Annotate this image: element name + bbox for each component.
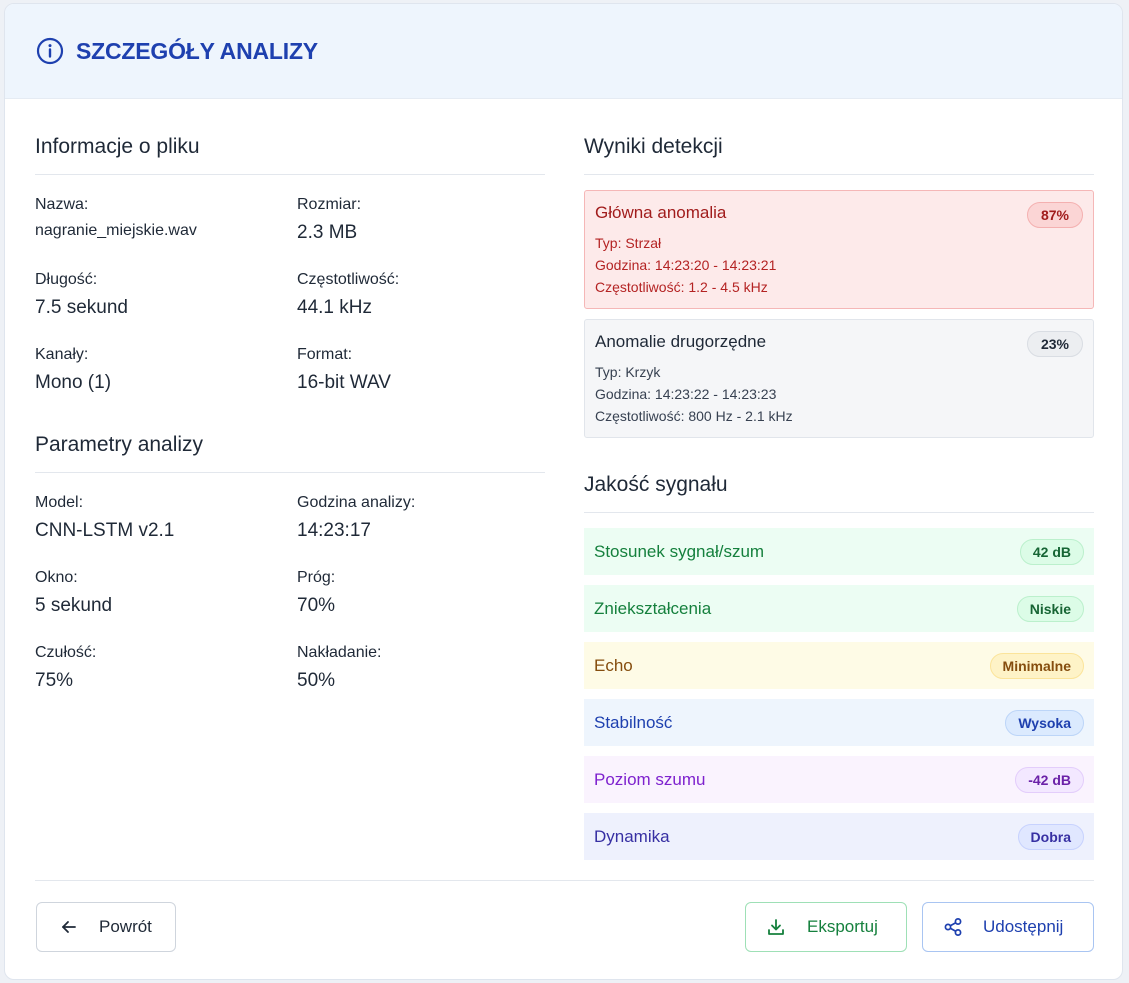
- field-label: Kanały:: [35, 346, 89, 363]
- info-icon: [36, 37, 64, 65]
- field-label: Rozmiar:: [297, 196, 362, 213]
- anomaly-frequency: Częstotliwość: 800 Hz - 2.1 kHz: [595, 408, 793, 424]
- quality-badge: Dobra: [1017, 823, 1084, 850]
- field-label: Długość:: [35, 271, 98, 288]
- format-field: Format: 16-bit WAV: [297, 346, 545, 421]
- window-field: Okno: 5 sekund: [35, 569, 297, 644]
- field-value: 44.1 kHz: [297, 297, 372, 318]
- quality-badge: Niskie: [1016, 595, 1084, 622]
- field-label: Częstotliwość:: [297, 271, 400, 288]
- confidence-badge: 23%: [1026, 331, 1083, 357]
- field-value: 50%: [297, 670, 336, 691]
- detection-title: Wyniki detekcji: [584, 135, 1094, 175]
- download-icon: [766, 917, 786, 937]
- field-label: Nakładanie:: [297, 644, 382, 661]
- quality-badge: Wysoka: [1005, 709, 1084, 736]
- file-name-field: Nazwa: nagranie_miejskie.wav: [35, 196, 297, 271]
- quality-label: Dynamika: [594, 826, 670, 846]
- signal-quality-title: Jakość sygnału: [584, 473, 1094, 513]
- field-value: 75%: [35, 670, 74, 691]
- arrow-left-icon: [59, 917, 79, 937]
- export-label: Eksportuj: [807, 917, 878, 936]
- analysis-time-field: Godzina analizy: 14:23:17: [297, 494, 545, 569]
- field-label: Model:: [35, 494, 84, 511]
- sample-rate-field: Częstotliwość: 44.1 kHz: [297, 271, 545, 346]
- back-button[interactable]: Powrót: [36, 902, 176, 952]
- quality-label: Poziom szumu: [594, 769, 706, 789]
- field-value: 14:23:17: [297, 520, 371, 541]
- overlap-field: Nakładanie: 50%: [297, 644, 545, 719]
- quality-badge: Minimalne: [989, 652, 1084, 679]
- analysis-details-card: SZCZEGÓŁY ANALIZY Informacje o pliku Naz…: [4, 3, 1123, 980]
- share-button[interactable]: Udostępnij: [922, 902, 1094, 952]
- analysis-params-grid: Model: CNN-LSTM v2.1 Godzina analizy: 14…: [35, 494, 545, 719]
- field-value: 16-bit WAV: [297, 372, 391, 393]
- quality-row-stability: Stabilność Wysoka: [584, 699, 1094, 746]
- anomaly-time: Godzina: 14:23:22 - 14:23:23: [595, 386, 777, 402]
- quality-badge: -42 dB: [1015, 766, 1084, 793]
- quality-row-dynamics: Dynamika Dobra: [584, 813, 1094, 860]
- card-header: SZCZEGÓŁY ANALIZY: [5, 4, 1122, 99]
- footer-divider: [35, 880, 1094, 881]
- field-label: Godzina analizy:: [297, 494, 416, 511]
- anomaly-title: Główna anomalia: [595, 203, 727, 222]
- back-label: Powrót: [99, 917, 152, 936]
- quality-label: Echo: [594, 655, 633, 675]
- page-title: SZCZEGÓŁY ANALIZY: [76, 37, 318, 64]
- field-value: Mono (1): [35, 372, 112, 393]
- field-label: Nazwa:: [35, 196, 89, 213]
- field-value: 70%: [297, 595, 336, 616]
- duration-field: Długość: 7.5 sekund: [35, 271, 297, 346]
- channels-field: Kanały: Mono (1): [35, 346, 297, 421]
- field-value: CNN-LSTM v2.1: [35, 520, 175, 541]
- file-size-field: Rozmiar: 2.3 MB: [297, 196, 545, 271]
- anomaly-type: Typ: Strzał: [595, 235, 662, 251]
- confidence-badge: 87%: [1026, 202, 1083, 228]
- quality-row-echo: Echo Minimalne: [584, 642, 1094, 689]
- field-label: Czułość:: [35, 644, 97, 661]
- anomaly-frequency: Częstotliwość: 1.2 - 4.5 kHz: [595, 279, 768, 295]
- quality-label: Zniekształcenia: [594, 598, 712, 618]
- export-button[interactable]: Eksportuj: [745, 902, 907, 952]
- share-icon: [943, 917, 963, 937]
- main-anomaly-card: Główna anomalia 87% Typ: Strzał Godzina:…: [584, 190, 1094, 309]
- quality-row-snr: Stosunek sygnał/szum 42 dB: [584, 528, 1094, 575]
- quality-row-noise-level: Poziom szumu -42 dB: [584, 756, 1094, 803]
- anomaly-time: Godzina: 14:23:20 - 14:23:21: [595, 257, 777, 273]
- field-value: nagranie_miejskie.wav: [35, 222, 197, 239]
- threshold-field: Próg: 70%: [297, 569, 545, 644]
- file-info-title: Informacje o pliku: [35, 135, 545, 175]
- field-label: Format:: [297, 346, 353, 363]
- anomaly-type: Typ: Krzyk: [595, 364, 661, 380]
- field-value: 7.5 sekund: [35, 297, 128, 318]
- quality-badge: 42 dB: [1019, 538, 1084, 565]
- analysis-params-title: Parametry analizy: [35, 433, 545, 473]
- sensitivity-field: Czułość: 75%: [35, 644, 297, 719]
- file-info-grid: Nazwa: nagranie_miejskie.wav Rozmiar: 2.…: [35, 196, 545, 421]
- field-value: 2.3 MB: [297, 222, 358, 243]
- left-column: Informacje o pliku Nazwa: nagranie_miejs…: [35, 99, 545, 719]
- field-value: 5 sekund: [35, 595, 113, 616]
- secondary-anomaly-card: Anomalie drugorzędne 23% Typ: Krzyk Godz…: [584, 319, 1094, 438]
- quality-row-distortion: Zniekształcenia Niskie: [584, 585, 1094, 632]
- anomaly-title: Anomalie drugorzędne: [595, 332, 767, 351]
- share-label: Udostępnij: [983, 917, 1064, 936]
- quality-label: Stosunek sygnał/szum: [594, 541, 765, 561]
- right-column: Wyniki detekcji Główna anomalia 87% Typ:…: [584, 99, 1094, 870]
- model-field: Model: CNN-LSTM v2.1: [35, 494, 297, 569]
- field-label: Próg:: [297, 569, 336, 586]
- quality-label: Stabilność: [594, 712, 673, 732]
- field-label: Okno:: [35, 569, 78, 586]
